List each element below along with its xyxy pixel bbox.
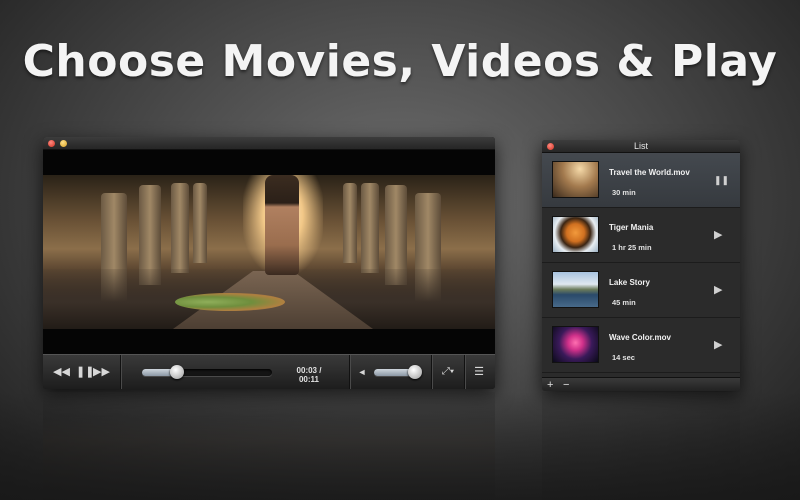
- list-item-duration: 14 sec: [612, 353, 635, 362]
- play-icon[interactable]: ▶: [714, 338, 722, 351]
- remove-item-button[interactable]: −: [563, 378, 569, 391]
- rewind-button[interactable]: ◀◀: [53, 365, 70, 379]
- list-item-duration: 45 min: [612, 298, 636, 307]
- fullscreen-icon: ⤢▾: [441, 366, 455, 377]
- seek-slider-knob[interactable]: [170, 365, 184, 379]
- thumbnail-pink-smoke: [552, 326, 599, 363]
- player-titlebar: [43, 137, 495, 150]
- player-control-bar: ◀◀ ❚❚ ▶▶ 00:03 / 00:11 ◄ ⤢▾ ☰: [43, 354, 495, 389]
- list-footer: + −: [542, 377, 740, 391]
- list-item[interactable]: Tiger Mania 1 hr 25 min ▶: [542, 208, 740, 263]
- time-readout: 00:03 / 00:11: [296, 366, 322, 384]
- thumbnail-tiger: [552, 216, 599, 253]
- list-icon: ☰: [474, 366, 484, 378]
- pause-button[interactable]: ❚❚: [76, 365, 94, 379]
- minimize-window-button[interactable]: [60, 140, 67, 147]
- pause-icon[interactable]: ❚❚: [714, 175, 729, 186]
- playlist-window: List Travel the World.mov 30 min ❚❚ Tige…: [542, 140, 740, 391]
- list-item-title: Lake Story: [609, 278, 650, 287]
- fullscreen-button[interactable]: ⤢▾: [437, 365, 459, 379]
- list-titlebar: List: [542, 140, 740, 153]
- rewind-icon: ◀◀: [53, 366, 70, 378]
- close-window-button[interactable]: [48, 140, 55, 147]
- list-title: List: [633, 141, 648, 151]
- playlist-button[interactable]: ☰: [472, 365, 486, 379]
- window-reflection: [0, 392, 800, 500]
- list-item[interactable]: Travel the World.mov 30 min ❚❚: [542, 153, 740, 208]
- list-item-title: Wave Color.mov: [609, 333, 671, 342]
- fast-forward-button[interactable]: ▶▶: [93, 365, 110, 379]
- volume-slider[interactable]: [374, 365, 422, 379]
- thumbnail-legs-walking: [552, 161, 599, 198]
- thumbnail-lake: [552, 271, 599, 308]
- play-icon[interactable]: ▶: [714, 283, 722, 296]
- seek-slider[interactable]: [142, 365, 272, 379]
- list-item[interactable]: Wave Color.mov 14 sec ▶: [542, 318, 740, 373]
- pause-icon: ❚❚: [76, 366, 95, 378]
- page-headline: Choose Movies, Videos & Play: [22, 36, 778, 87]
- volume-button[interactable]: ◄: [357, 365, 367, 379]
- volume-slider-knob[interactable]: [408, 365, 422, 379]
- list-item-duration: 1 hr 25 min: [612, 243, 652, 252]
- reflection-fade: [0, 392, 800, 500]
- list-item-title: Travel the World.mov: [609, 168, 690, 177]
- speaker-icon: ◄: [357, 367, 367, 377]
- play-icon[interactable]: ▶: [714, 228, 722, 241]
- add-item-button[interactable]: +: [547, 378, 553, 391]
- video-player-window: ◀◀ ❚❚ ▶▶ 00:03 / 00:11 ◄ ⤢▾ ☰: [43, 137, 495, 389]
- list-item-title: Tiger Mania: [609, 223, 654, 232]
- video-area[interactable]: [43, 150, 495, 354]
- fast-forward-icon: ▶▶: [93, 366, 110, 378]
- list-item-duration: 30 min: [612, 188, 636, 197]
- video-frame: [43, 175, 495, 329]
- list-item[interactable]: Lake Story 45 min ▶: [542, 263, 740, 318]
